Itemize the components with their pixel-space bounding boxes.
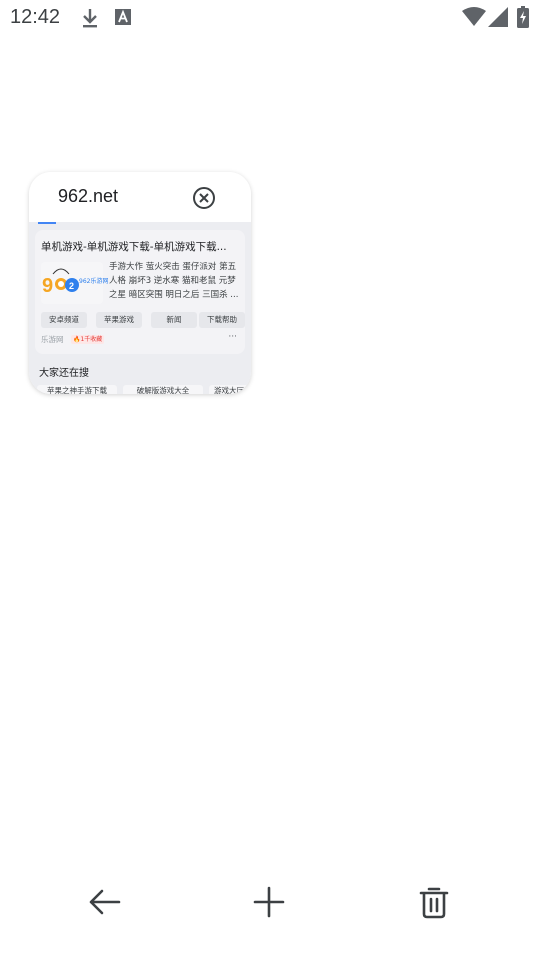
related-chip: 苹果之神手游下载	[37, 385, 117, 394]
site-logo: 9 2 962乐游网	[41, 262, 108, 304]
status-bar: 12:42	[0, 0, 540, 36]
hot-badge: 🔥1千收藏	[71, 335, 105, 344]
site-link: 新闻	[151, 312, 197, 328]
close-all-tabs-button[interactable]	[412, 882, 456, 922]
result-title: 单机游戏-单机游戏下载-单机游戏下载...	[41, 241, 227, 253]
svg-text:9: 9	[42, 275, 53, 297]
result-snippet: 手游大作 萤火突击 蛋仔派对 第五人格 崩坏3 逆水寒 猫和老鼠 元梦之星 暗区…	[109, 262, 239, 300]
site-links: 安卓频道 苹果游戏 新闻 下载帮助	[41, 312, 245, 328]
site-link: 苹果游戏	[96, 312, 142, 328]
related-chip: 破解版游戏大全	[123, 385, 203, 394]
wifi-icon	[462, 7, 486, 26]
new-tab-button[interactable]	[247, 882, 291, 922]
cell-signal-icon	[488, 7, 508, 27]
tab-card[interactable]: 962.net 单机游戏-单机游戏下载-单机游戏下载... 9 2 962乐游网…	[29, 172, 251, 394]
a-notification-icon	[115, 9, 131, 25]
trash-icon	[419, 887, 449, 919]
related-chips: 苹果之神手游下载 破解版游戏大全 游戏大厅	[35, 385, 249, 394]
plus-icon	[253, 886, 285, 918]
related-searches-title: 大家还在搜	[39, 368, 89, 379]
battery-charging-icon	[517, 6, 529, 28]
back-button[interactable]	[82, 882, 126, 922]
close-circle-icon[interactable]	[192, 186, 216, 210]
source-line: 乐游网 🔥1千收藏 ···	[41, 332, 241, 346]
logo-text: 962乐游网	[79, 278, 109, 285]
related-chip: 游戏大厅	[209, 385, 249, 394]
tab-thumbnail[interactable]: 单机游戏-单机游戏下载-单机游戏下载... 9 2 962乐游网 手游大作 萤火…	[29, 222, 251, 394]
download-icon	[83, 9, 97, 28]
status-time: 12:42	[10, 6, 61, 28]
back-arrow-icon	[89, 889, 121, 915]
tab-header[interactable]: 962.net	[29, 172, 251, 222]
load-progress-mark	[38, 222, 56, 224]
more-icon: ···	[228, 332, 237, 342]
source-name: 乐游网	[41, 335, 64, 344]
bottom-toolbar	[0, 860, 540, 940]
site-link: 安卓频道	[41, 312, 87, 328]
svg-text:2: 2	[69, 281, 74, 291]
tab-title: 962.net	[58, 186, 119, 206]
site-link: 下载帮助	[199, 312, 245, 328]
search-result-card: 单机游戏-单机游戏下载-单机游戏下载... 9 2 962乐游网 手游大作 萤火…	[35, 230, 245, 354]
